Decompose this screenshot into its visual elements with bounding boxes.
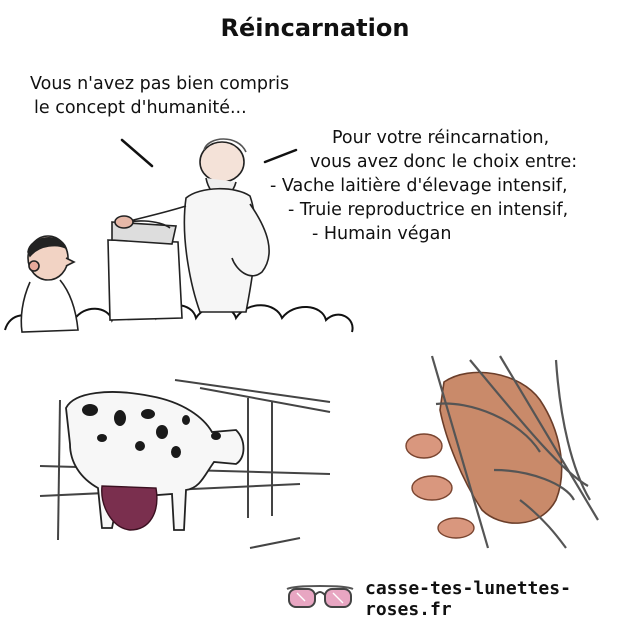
website-link[interactable]: casse-tes-lunettes-roses.fr	[365, 578, 630, 620]
lectern	[107, 220, 183, 321]
pig-scene	[405, 355, 599, 549]
cow-scene	[39, 379, 331, 549]
footer: casse-tes-lunettes-roses.fr	[285, 578, 630, 620]
human-figure	[20, 235, 79, 333]
comic-illustration	[4, 138, 599, 549]
pink-glasses-icon	[285, 583, 355, 615]
